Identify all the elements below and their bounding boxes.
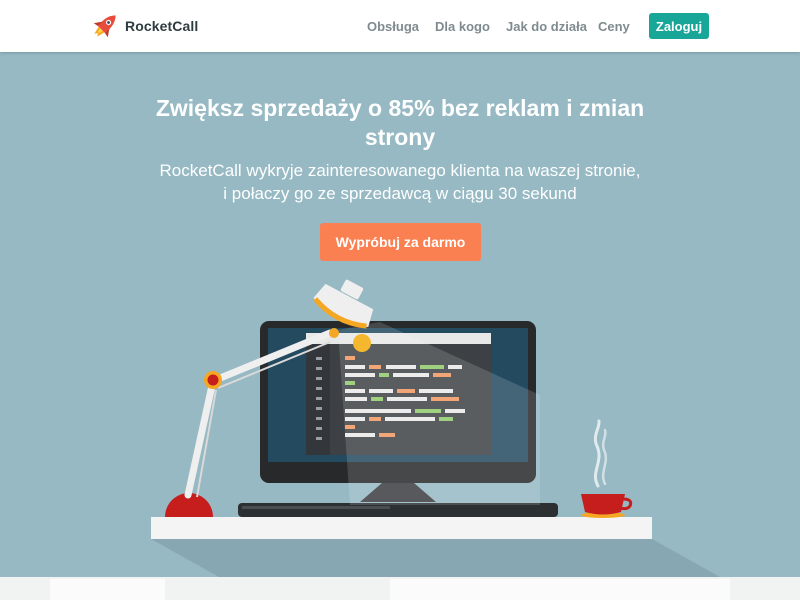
nav-item-label[interactable]: Ceny [598,19,630,34]
nav-item-label[interactable]: Jak do działa [506,19,587,34]
nav-item-ceny[interactable]: Ceny [598,0,630,52]
top-navigation-bar: RocketCall Obsługa Dla kogo Jak do dział… [0,0,800,52]
nav-item-obsluga[interactable]: Obsługa [367,0,419,52]
nav-item-jak-do-dziala[interactable]: Jak do działa [506,0,587,52]
next-section-preview [0,577,800,600]
brand-name: RocketCall [125,18,199,34]
preview-card [390,579,730,600]
desk-shelf [151,517,720,577]
workspace-illustration [151,279,720,577]
nav-item-label[interactable]: Obsługa [367,19,419,34]
coffee-cup [581,419,633,518]
brand-logo[interactable]: RocketCall [88,9,198,43]
rocket-icon [88,9,122,43]
nav-item-label[interactable]: Dla kogo [435,19,490,34]
nav-item-dla-kogo[interactable]: Dla kogo [435,0,490,52]
preview-card [50,579,165,600]
login-button[interactable]: Zaloguj [649,13,709,39]
